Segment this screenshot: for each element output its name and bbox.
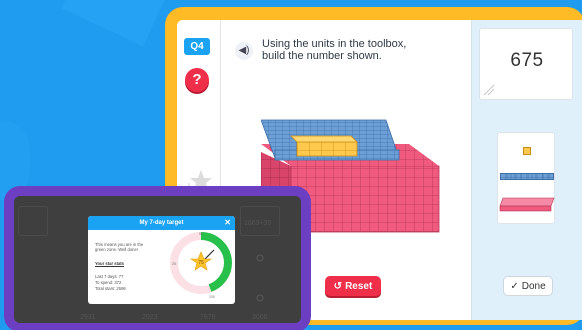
gauge-label-bottom: 100	[209, 295, 215, 299]
gauge-label-left: 25	[172, 262, 176, 266]
message-line: green zone. Well done!	[95, 247, 138, 252]
background-tile-label: 3006	[252, 314, 268, 321]
stat-value: 372	[114, 280, 122, 285]
radio-icon	[256, 254, 264, 262]
background-tile-label: 2931	[80, 314, 96, 321]
close-icon[interactable]: ✕	[224, 216, 231, 230]
stats-heading: Your star stats	[95, 261, 125, 266]
dialog-header: My 7-day target ✕	[88, 216, 235, 230]
dialog-title: My 7-day target	[139, 220, 184, 226]
question-instruction: Using the units in the toolbox, build th…	[262, 38, 452, 62]
stat-label: Total stars:	[95, 286, 116, 291]
target-number: 675	[510, 50, 544, 71]
card-corner-decoration	[483, 84, 495, 96]
stat-row: Total stars: 2596	[95, 286, 126, 292]
hundreds-block-front	[290, 165, 440, 233]
background-tile-label: 1863+30	[244, 220, 272, 227]
question-number-badge: Q4	[184, 38, 210, 55]
stat-value: 2596	[116, 286, 126, 291]
gauge-value: 75	[198, 260, 204, 266]
stat-label: To spend:	[95, 280, 114, 285]
ones-cubes-top	[290, 135, 358, 143]
target-number-card: 675	[479, 28, 573, 100]
secondary-tablet: 1863+30 2931 2023 7670 3006 My 7-day tar…	[4, 186, 311, 330]
toolbox-ones-cube[interactable]	[523, 147, 531, 155]
reset-button[interactable]: ↺ Reset	[325, 276, 381, 296]
seven-day-target-dialog: My 7-day target ✕ This means you are in …	[88, 216, 235, 304]
star-target-gauge: 75 50 25 100	[170, 232, 232, 299]
background-shape	[61, 0, 169, 47]
checkmark-icon: ✓	[510, 280, 519, 292]
background-tile	[18, 206, 48, 236]
reset-icon: ↺	[333, 280, 343, 292]
done-button[interactable]: ✓ Done	[503, 276, 553, 296]
star-stats: Last 7 days: 77 To spend: 372 Total star…	[95, 274, 126, 292]
speaker-icon[interactable]: ◀)	[235, 42, 253, 60]
stat-value: 77	[118, 274, 124, 279]
dimmed-screen: 1863+30 2931 2023 7670 3006 My 7-day tar…	[14, 196, 301, 323]
right-panel: 675 ✓ Done	[471, 20, 582, 320]
dialog-message: This means you are in the green zone. We…	[95, 242, 143, 252]
help-button[interactable]: ?	[185, 68, 209, 92]
toolbox-hundreds-flat[interactable]	[499, 197, 555, 213]
reset-label: Reset	[345, 280, 373, 292]
background-tile-label: 2023	[142, 314, 158, 321]
radio-icon	[256, 294, 264, 302]
background-tile-label: 7670	[200, 314, 216, 321]
stat-label: Last 7 days:	[95, 274, 118, 279]
toolbox-tens-rod[interactable]	[500, 173, 554, 181]
done-label: Done	[521, 280, 546, 292]
ones-cubes	[296, 141, 358, 157]
instruction-line: build the number shown.	[262, 50, 382, 62]
gauge-label-top: 50	[199, 232, 203, 236]
instruction-line: Using the units in the toolbox,	[262, 38, 407, 50]
toolbox	[497, 132, 555, 224]
